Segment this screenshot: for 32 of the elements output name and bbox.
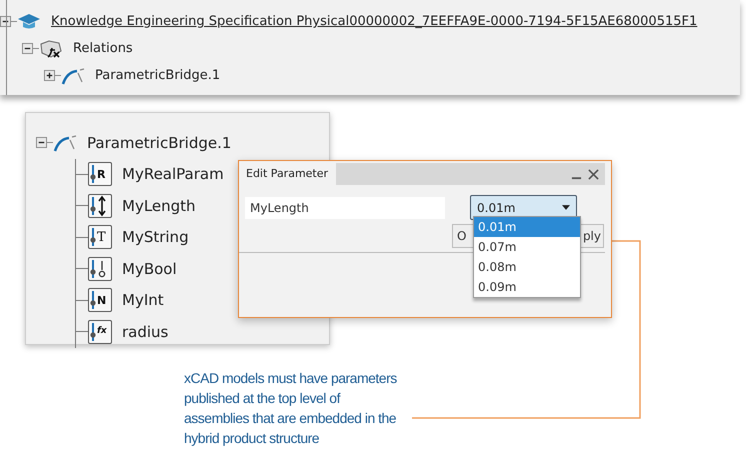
expand-toggle-icon[interactable] — [36, 137, 47, 148]
parameter-icon: N — [88, 288, 112, 312]
tree-item[interactable]: MyLength — [122, 196, 196, 215]
parameter-icon — [88, 256, 112, 281]
parameter-icon — [88, 194, 112, 218]
tree-item[interactable]: radius — [122, 322, 168, 341]
dropdown-option[interactable]: 0.08m — [474, 257, 580, 277]
close-icon[interactable] — [588, 168, 599, 180]
arc-icon — [53, 132, 77, 153]
tree-item[interactable]: MyString — [122, 228, 189, 246]
expand-toggle-icon[interactable] — [22, 43, 33, 54]
parameter-name-field: MyLength — [245, 196, 445, 218]
note-text: xCAD models must have parameters published at the top level of assemblies that are embedded in the hybrid product structure — [184, 369, 398, 448]
arc-icon — [61, 66, 85, 86]
parameter-icon: R — [88, 162, 112, 186]
dialog-title: Edit Parameter — [241, 163, 336, 185]
folder-icon — [39, 38, 63, 58]
dropdown-option[interactable]: 0.09m — [474, 277, 580, 297]
dropdown-option[interactable]: 0.01m — [474, 217, 580, 237]
tree-item[interactable]: Knowledge Engineering Specification Physical00000002_7EEFFA9E-0000-7194-5F15AE68000515F1 — [51, 14, 698, 29]
tree-item[interactable]: MyInt — [122, 291, 164, 310]
tree-item[interactable]: ParametricBridge.1 — [95, 68, 220, 83]
tree-item[interactable]: Relations — [73, 41, 133, 56]
tree-item[interactable]: MyRealParam — [122, 165, 224, 184]
tree-item[interactable]: MyBool — [122, 260, 177, 278]
expand-toggle-icon[interactable] — [0, 16, 11, 27]
caret-icon — [562, 205, 570, 210]
expand-toggle-icon[interactable] — [44, 70, 55, 81]
tree-item[interactable]: ParametricBridge.1 — [87, 134, 232, 152]
parameter-icon: fx — [88, 320, 112, 344]
parameter-icon: T — [88, 225, 112, 250]
graduation-cap-icon — [17, 12, 41, 32]
